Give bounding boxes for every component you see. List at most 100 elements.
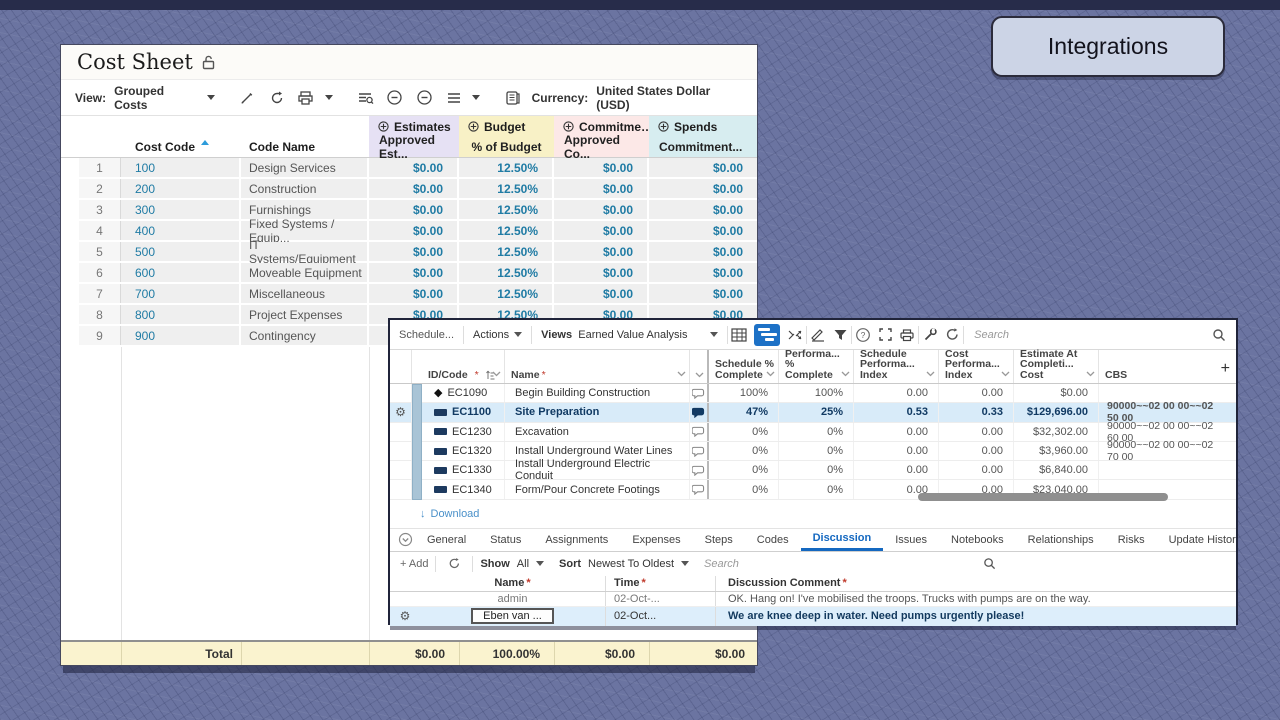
eac-cell[interactable]: $6,840.00 (1014, 461, 1099, 479)
cost-code-cell[interactable]: 900 (121, 326, 241, 345)
schedule-pct-cell[interactable]: 100% (709, 384, 779, 402)
discussion-name-header[interactable]: Name* (420, 577, 605, 589)
menu-icon[interactable] (443, 87, 464, 109)
value-cell[interactable]: $0.00 (554, 242, 649, 261)
discussion-row[interactable]: admin02-Oct-...OK. Hang on! I've mobilis… (390, 592, 1236, 607)
collapse-all-icon[interactable] (384, 87, 405, 109)
value-cell[interactable]: $0.00 (369, 242, 459, 261)
metric-column-header[interactable]: CBS (1099, 350, 1226, 383)
value-cell[interactable]: $0.00 (649, 284, 757, 303)
value-cell[interactable]: $0.00 (369, 200, 459, 219)
refresh-icon[interactable] (266, 87, 287, 109)
discussion-comment-header[interactable]: Discussion Comment* (715, 576, 1236, 591)
eac-cell[interactable]: $3,960.00 (1014, 442, 1099, 460)
cost-code-cell[interactable]: 600 (121, 263, 241, 282)
metric-column-header[interactable]: Estimate At Completi... Cost (1014, 350, 1099, 383)
eac-cell[interactable]: $32,302.00 (1014, 423, 1099, 441)
cost-sheet-row[interactable]: 5500IT Systems/Equipment$0.0012.50%$0.00… (61, 242, 757, 263)
comment-text-cell[interactable]: We are knee deep in water. Need pumps ur… (715, 607, 1236, 626)
grid-view-icon[interactable] (728, 324, 750, 346)
horizontal-scrollbar[interactable] (918, 493, 1168, 501)
name-column-header[interactable]: Name* (505, 350, 690, 383)
activity-id-cell[interactable]: EC1100 (422, 403, 505, 421)
value-cell[interactable]: 12.50% (459, 221, 554, 240)
help-icon[interactable]: ? (852, 324, 874, 346)
metric-column-header[interactable]: Schedule % Complete (709, 350, 779, 383)
view-dropdown[interactable]: Grouped Costs (114, 84, 198, 112)
comment-author-cell[interactable]: Eben van ... (471, 608, 554, 624)
gantt-view-button[interactable] (750, 320, 784, 349)
code-name-cell[interactable]: Miscellaneous (241, 284, 369, 303)
actions-dropdown[interactable]: Actions (464, 320, 531, 349)
menu-dropdown-caret[interactable] (472, 95, 480, 100)
tab-steps[interactable]: Steps (693, 529, 745, 551)
cost-code-cell[interactable]: 500 (121, 242, 241, 261)
tools-wrench-icon[interactable] (919, 324, 941, 346)
edit-pencil-icon[interactable] (236, 87, 257, 109)
metric-column-header[interactable]: Performa... % Complete (779, 350, 854, 383)
subcolumn-header[interactable]: % of Budget (459, 137, 554, 157)
tab-issues[interactable]: Issues (883, 529, 939, 551)
discussion-row[interactable]: ⚙ Eben van ... 02-Oct...We are knee deep i… (390, 607, 1236, 626)
cost-code-cell[interactable]: 400 (121, 221, 241, 240)
view-dropdown-caret[interactable] (207, 95, 215, 100)
annotate-pen-icon[interactable] (807, 324, 829, 346)
value-cell[interactable]: $0.00 (369, 221, 459, 240)
activity-name-cell[interactable]: Excavation (505, 423, 690, 441)
code-name-cell[interactable]: Moveable Equipment (241, 263, 369, 282)
cost-code-cell[interactable]: 200 (121, 179, 241, 198)
cpi-cell[interactable]: 0.00 (939, 423, 1014, 441)
column-group-spends[interactable]: Spends (649, 116, 757, 137)
add-comment-button[interactable]: + Add (400, 558, 428, 570)
value-cell[interactable]: $0.00 (554, 284, 649, 303)
refresh-icon[interactable] (941, 324, 963, 346)
add-column-button[interactable]: + (1221, 360, 1230, 378)
comment-bubble-icon[interactable] (690, 423, 709, 441)
spi-cell[interactable]: 0.00 (854, 461, 939, 479)
value-cell[interactable]: $0.00 (649, 158, 757, 177)
print-icon[interactable] (295, 87, 316, 109)
show-dropdown-caret[interactable] (536, 561, 544, 566)
column-group-budget[interactable]: Budget (459, 116, 554, 137)
spi-cell[interactable]: 0.00 (854, 384, 939, 402)
gear-icon[interactable]: ⚙ (395, 406, 406, 418)
cost-sheet-row[interactable]: 7700Miscellaneous$0.0012.50%$0.00$0.00 (61, 284, 757, 305)
cost-code-cell[interactable]: 700 (121, 284, 241, 303)
comment-time-cell[interactable]: 02-Oct-... (605, 592, 715, 606)
cost-code-cell[interactable]: 800 (121, 305, 241, 324)
value-cell[interactable]: $0.00 (369, 179, 459, 198)
comment-bubble-icon[interactable] (690, 480, 709, 498)
spi-cell[interactable]: 0.53 (854, 403, 939, 421)
performance-pct-cell[interactable]: 25% (779, 403, 854, 421)
cbs-cell[interactable]: 90000~~02 00 00~~02 70 00 (1099, 442, 1226, 460)
sort-dropdown[interactable]: Newest To Oldest (588, 558, 674, 570)
gear-icon[interactable]: ⚙ (400, 610, 411, 622)
code-name-cell[interactable]: Design Services (241, 158, 369, 177)
tab-risks[interactable]: Risks (1106, 529, 1157, 551)
cost-code-column-header[interactable]: Cost Code (121, 137, 241, 157)
cost-sheet-row[interactable]: 4400Fixed Systems / Equip...$0.0012.50%$… (61, 221, 757, 242)
value-cell[interactable]: $0.00 (369, 158, 459, 177)
cbs-cell[interactable] (1099, 461, 1226, 479)
performance-pct-cell[interactable]: 0% (779, 480, 854, 498)
cost-code-cell[interactable]: 300 (121, 200, 241, 219)
comments-column-header[interactable] (690, 350, 709, 383)
cost-sheet-row[interactable]: 3300Furnishings$0.0012.50%$0.00$0.00 (61, 200, 757, 221)
value-cell[interactable]: 12.50% (459, 179, 554, 198)
id-code-column-header[interactable]: ID/Code* (422, 350, 505, 383)
refresh-icon[interactable] (443, 553, 465, 575)
code-name-cell[interactable]: Contingency (241, 326, 369, 345)
schedule-pct-cell[interactable]: 0% (709, 461, 779, 479)
find-in-list-icon[interactable] (355, 87, 376, 109)
schedule-pct-cell[interactable]: 0% (709, 480, 779, 498)
tab-relationships[interactable]: Relationships (1016, 529, 1106, 551)
schedule-pct-cell[interactable]: 0% (709, 423, 779, 441)
download-link[interactable]: Download (431, 508, 480, 520)
subcolumn-header[interactable]: Approved Est... (369, 137, 459, 157)
schedule-pct-cell[interactable]: 0% (709, 442, 779, 460)
tab-general[interactable]: General (415, 529, 478, 551)
comment-time-cell[interactable]: 02-Oct... (605, 607, 715, 626)
tab-status[interactable]: Status (478, 529, 533, 551)
value-cell[interactable]: 12.50% (459, 284, 554, 303)
discussion-search-placeholder[interactable]: Search (704, 558, 739, 570)
